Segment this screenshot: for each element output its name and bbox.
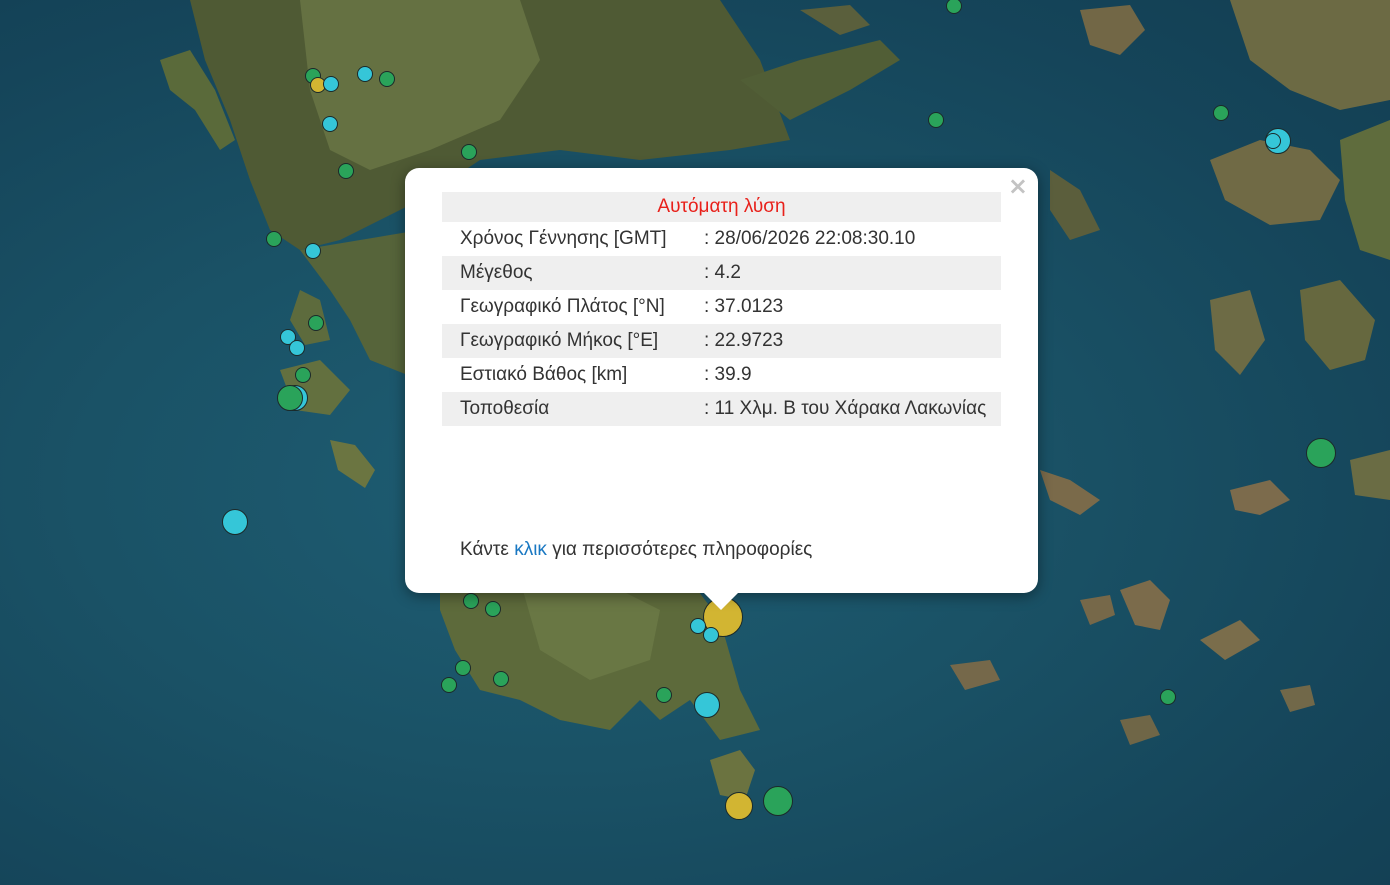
quake-marker-green[interactable] bbox=[277, 385, 303, 411]
info-row-latitude: Γεωγραφικό Πλάτος [°N] : 37.0123 bbox=[442, 290, 1001, 324]
quake-marker-green[interactable] bbox=[463, 593, 479, 609]
quake-marker-cyan[interactable] bbox=[222, 509, 248, 535]
quake-marker-cyan[interactable] bbox=[694, 692, 720, 718]
info-label: Εστιακό Βάθος [km] bbox=[460, 364, 628, 385]
info-label: Γεωγραφικό Πλάτος [°N] bbox=[460, 296, 665, 317]
info-label: Τοποθεσία bbox=[442, 392, 704, 426]
earthquake-info-popup: × Αυτόματη λύση Χρόνος Γέννησης [GMT] : … bbox=[405, 168, 1038, 593]
info-row-longitude: Γεωγραφικό Μήκος [°E] : 22.9723 bbox=[442, 324, 1001, 358]
quake-marker-green[interactable] bbox=[1306, 438, 1336, 468]
info-row-magnitude: Μέγεθος : 4.2 bbox=[442, 256, 1001, 290]
info-label: Μέγεθος bbox=[442, 256, 704, 290]
quake-marker-green[interactable] bbox=[493, 671, 509, 687]
info-value: : 22.9723 bbox=[704, 324, 1001, 358]
info-value: : 37.0123 bbox=[704, 296, 784, 317]
quake-marker-green[interactable] bbox=[656, 687, 672, 703]
quake-marker-green[interactable] bbox=[763, 786, 793, 816]
quake-marker-cyan[interactable] bbox=[323, 76, 339, 92]
popup-tip bbox=[702, 591, 740, 610]
more-info-prefix: Κάντε bbox=[460, 539, 515, 560]
info-value: : 11 Χλμ. Β του Χάρακα Λακωνίας bbox=[704, 392, 1001, 426]
quake-marker-green[interactable] bbox=[441, 677, 457, 693]
quake-marker-green[interactable] bbox=[1213, 105, 1229, 121]
quake-marker-green[interactable] bbox=[266, 231, 282, 247]
quake-marker-green[interactable] bbox=[295, 367, 311, 383]
popup-header: Αυτόματη λύση bbox=[442, 192, 1001, 222]
quake-marker-green[interactable] bbox=[338, 163, 354, 179]
quake-marker-green[interactable] bbox=[485, 601, 501, 617]
more-info-text: Κάντε κλικ για περισσότερες πληροφορίες bbox=[460, 539, 812, 561]
quake-marker-cyan[interactable] bbox=[703, 627, 719, 643]
info-value: : 39.9 bbox=[704, 364, 752, 385]
quake-marker-green[interactable] bbox=[379, 71, 395, 87]
more-info-link[interactable]: κλικ bbox=[514, 539, 547, 560]
quake-marker-cyan[interactable] bbox=[322, 116, 338, 132]
quake-marker-yellow[interactable] bbox=[725, 792, 753, 820]
quake-marker-cyan[interactable] bbox=[289, 340, 305, 356]
quake-marker-green[interactable] bbox=[928, 112, 944, 128]
info-row-time: Χρόνος Γέννησης [GMT] : 28/06/2026 22:08… bbox=[442, 222, 1001, 256]
info-row-depth: Εστιακό Βάθος [km] : 39.9 bbox=[442, 358, 1001, 392]
quake-marker-green[interactable] bbox=[1160, 689, 1176, 705]
info-label: Χρόνος Γέννησης [GMT] bbox=[460, 228, 667, 249]
quake-marker-cyan[interactable] bbox=[1265, 133, 1281, 149]
quake-marker-green[interactable] bbox=[455, 660, 471, 676]
close-icon[interactable]: × bbox=[1008, 172, 1028, 200]
info-value: : 4.2 bbox=[704, 256, 1001, 290]
quake-marker-cyan[interactable] bbox=[305, 243, 321, 259]
earthquake-info-table: Αυτόματη λύση Χρόνος Γέννησης [GMT] : 28… bbox=[442, 192, 1001, 426]
quake-marker-cyan[interactable] bbox=[357, 66, 373, 82]
quake-marker-green[interactable] bbox=[308, 315, 324, 331]
popup-header-row: Αυτόματη λύση bbox=[442, 192, 1001, 222]
more-info-suffix: για περισσότερες πληροφορίες bbox=[546, 539, 813, 560]
info-row-location: Τοποθεσία : 11 Χλμ. Β του Χάρακα Λακωνία… bbox=[442, 392, 1001, 426]
info-label: Γεωγραφικό Μήκος [°E] bbox=[442, 324, 704, 358]
quake-marker-green[interactable] bbox=[461, 144, 477, 160]
map-view[interactable]: × Αυτόματη λύση Χρόνος Γέννησης [GMT] : … bbox=[0, 0, 1390, 885]
info-value: : 28/06/2026 22:08:30.10 bbox=[704, 228, 916, 249]
